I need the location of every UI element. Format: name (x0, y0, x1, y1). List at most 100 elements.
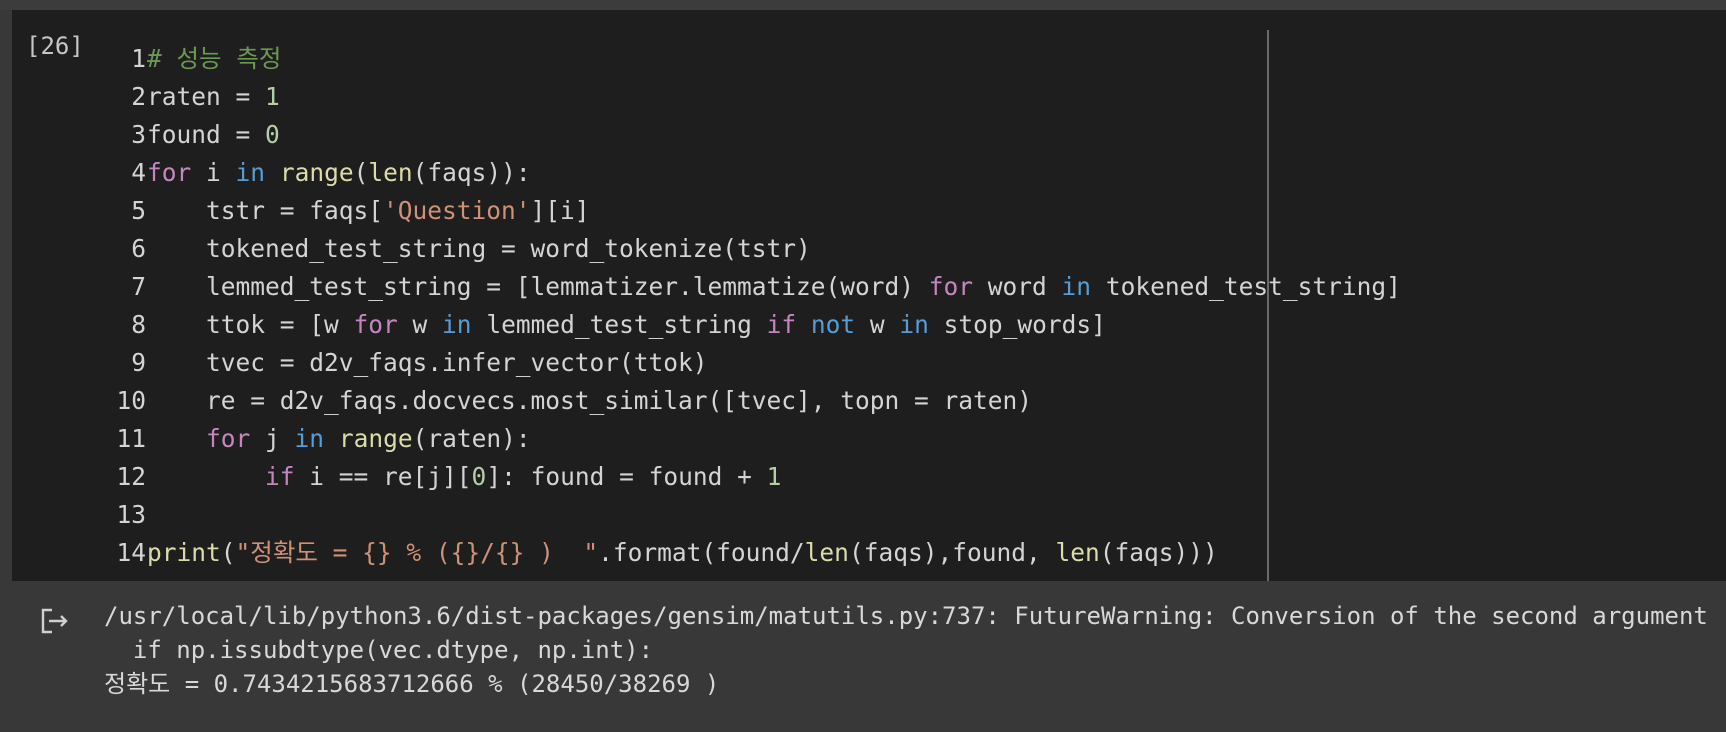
code-token: (raten): (412, 424, 531, 453)
code-token: 0 (471, 462, 487, 491)
code-token: for (928, 272, 974, 301)
code-token: ][i] (530, 196, 590, 225)
code-token: stop_words] (928, 310, 1106, 339)
cell-output: /usr/local/lib/python3.6/dist-packages/g… (0, 581, 1726, 732)
line-number: 14 (116, 538, 146, 567)
code-line[interactable]: 9 tvec = d2v_faqs.infer_vector(ttok) (12, 344, 1726, 382)
code-token: if (766, 310, 797, 339)
code-token: len (804, 538, 849, 567)
line-number: 4 (131, 158, 146, 187)
code-line[interactable]: 3 found = 0 (12, 116, 1726, 154)
code-token: len (1055, 538, 1100, 567)
code-editor[interactable]: 1 # 성능 측정 2 raten = 1 3 found = 0 4 for i in ra… (12, 40, 1726, 572)
code-token: print (147, 538, 221, 567)
code-token: tvec = d2v_faqs.infer_vector(ttok) (147, 348, 708, 377)
code-text: print("정확도 = {} % ({}/{} ) ".format(foun… (147, 534, 1218, 572)
code-line[interactable]: 11 for j in range(raten): (12, 420, 1726, 458)
line-number: 3 (131, 120, 146, 149)
line-number: 1 (131, 44, 146, 73)
code-token: w (855, 310, 900, 339)
line-number: 6 (131, 234, 146, 263)
code-line[interactable]: 2 raten = 1 (12, 78, 1726, 116)
code-token: lemmed_test_string (471, 310, 767, 339)
code-text: lemmed_test_string = [lemmatizer.lemmati… (147, 268, 1401, 306)
code-token: ( (353, 158, 369, 187)
code-token: not (810, 310, 856, 339)
code-token: (faqs),found, (848, 538, 1056, 567)
code-text: ttok = [w for w in lemmed_test_string if… (147, 306, 1106, 344)
code-token: ]: found = found + (486, 462, 767, 491)
code-token: j (250, 424, 295, 453)
code-token: if (265, 462, 295, 491)
code-token: for (147, 158, 192, 187)
code-token: 0 (265, 120, 280, 149)
code-line[interactable]: 6 tokened_test_string = word_tokenize(ts… (12, 230, 1726, 268)
code-token: found = (147, 120, 266, 149)
code-text: for j in range(raten): (147, 420, 531, 458)
code-token: in (235, 158, 266, 187)
code-token: lemmed_test_string = [lemmatizer.lemmati… (147, 272, 929, 301)
code-text: tvec = d2v_faqs.infer_vector(ttok) (147, 344, 708, 382)
code-token: (faqs))) (1099, 538, 1218, 567)
output-redirect-icon[interactable] (40, 607, 70, 635)
line-number: 2 (131, 82, 146, 111)
code-text: for i in range(len(faqs)): (147, 154, 531, 192)
code-token: tokened_test_string = word_tokenize(tstr… (147, 234, 811, 263)
code-line[interactable]: 14 print("정확도 = {} % ({}/{} ) ".format(fo… (12, 534, 1726, 572)
line-number: 13 (116, 500, 146, 529)
output-line: /usr/local/lib/python3.6/dist-packages/g… (104, 602, 1724, 630)
code-token: word (973, 272, 1062, 301)
output-text: /usr/local/lib/python3.6/dist-packages/g… (104, 599, 1724, 701)
code-line[interactable]: 13 (12, 496, 1726, 534)
code-token: range (338, 424, 413, 453)
code-token: w (397, 310, 443, 339)
code-token: 1 (265, 82, 280, 111)
code-token: (faqs)): (412, 158, 531, 187)
code-token: in (899, 310, 929, 339)
code-line[interactable]: 5 tstr = faqs['Question'][i] (12, 192, 1726, 230)
code-token: range (279, 158, 354, 187)
code-token: raten = (147, 82, 266, 111)
code-line[interactable]: 12 if i == re[j][0]: found = found + 1 (12, 458, 1726, 496)
code-token: tstr = faqs[ (147, 196, 384, 225)
code-token: .format(found/ (598, 538, 805, 567)
code-token: in (1061, 272, 1092, 301)
code-token: i == re[j][ (294, 462, 472, 491)
line-length-ruler (1267, 30, 1269, 581)
code-cell[interactable]: [26] 1 # 성능 측정 2 raten = 1 3 found = 0 4 for i … (12, 10, 1726, 581)
output-line: 정확도 = 0.7434215683712666 % (28450/38269 … (104, 670, 720, 698)
line-number: 7 (131, 272, 146, 301)
line-number: 5 (131, 196, 146, 225)
code-token: re = d2v_faqs.docvecs.most_similar([tvec… (147, 386, 1033, 415)
code-text: tstr = faqs['Question'][i] (147, 192, 590, 230)
code-token: "정확도 = {} % ({}/{} ) " (235, 538, 599, 567)
code-line[interactable]: 10 re = d2v_faqs.docvecs.most_similar([t… (12, 382, 1726, 420)
line-number: 12 (116, 462, 146, 491)
line-number: 9 (131, 348, 146, 377)
code-line[interactable]: 4 for i in range(len(faqs)): (12, 154, 1726, 192)
code-token: tokened_test_string] (1091, 272, 1401, 301)
code-token: for (206, 424, 251, 453)
code-text: found = 0 (147, 116, 280, 154)
code-text: if i == re[j][0]: found = found + 1 (147, 458, 781, 496)
code-token: for (353, 310, 398, 339)
code-text: tokened_test_string = word_tokenize(tstr… (147, 230, 811, 268)
code-text: re = d2v_faqs.docvecs.most_similar([tvec… (147, 382, 1032, 420)
line-number: 11 (116, 424, 146, 453)
code-line[interactable]: 1 # 성능 측정 (12, 40, 1726, 78)
code-token: ( (220, 538, 236, 567)
code-token: 1 (766, 462, 782, 491)
code-line[interactable]: 7 lemmed_test_string = [lemmatizer.lemma… (12, 268, 1726, 306)
toolbar-strip (0, 0, 1726, 10)
code-line[interactable]: 8 ttok = [w for w in lemmed_test_string … (12, 306, 1726, 344)
code-token: in (294, 424, 325, 453)
line-number: 10 (116, 386, 146, 415)
code-text: # 성능 측정 (147, 40, 281, 78)
code-token: i (191, 158, 236, 187)
line-number: 8 (131, 310, 146, 339)
